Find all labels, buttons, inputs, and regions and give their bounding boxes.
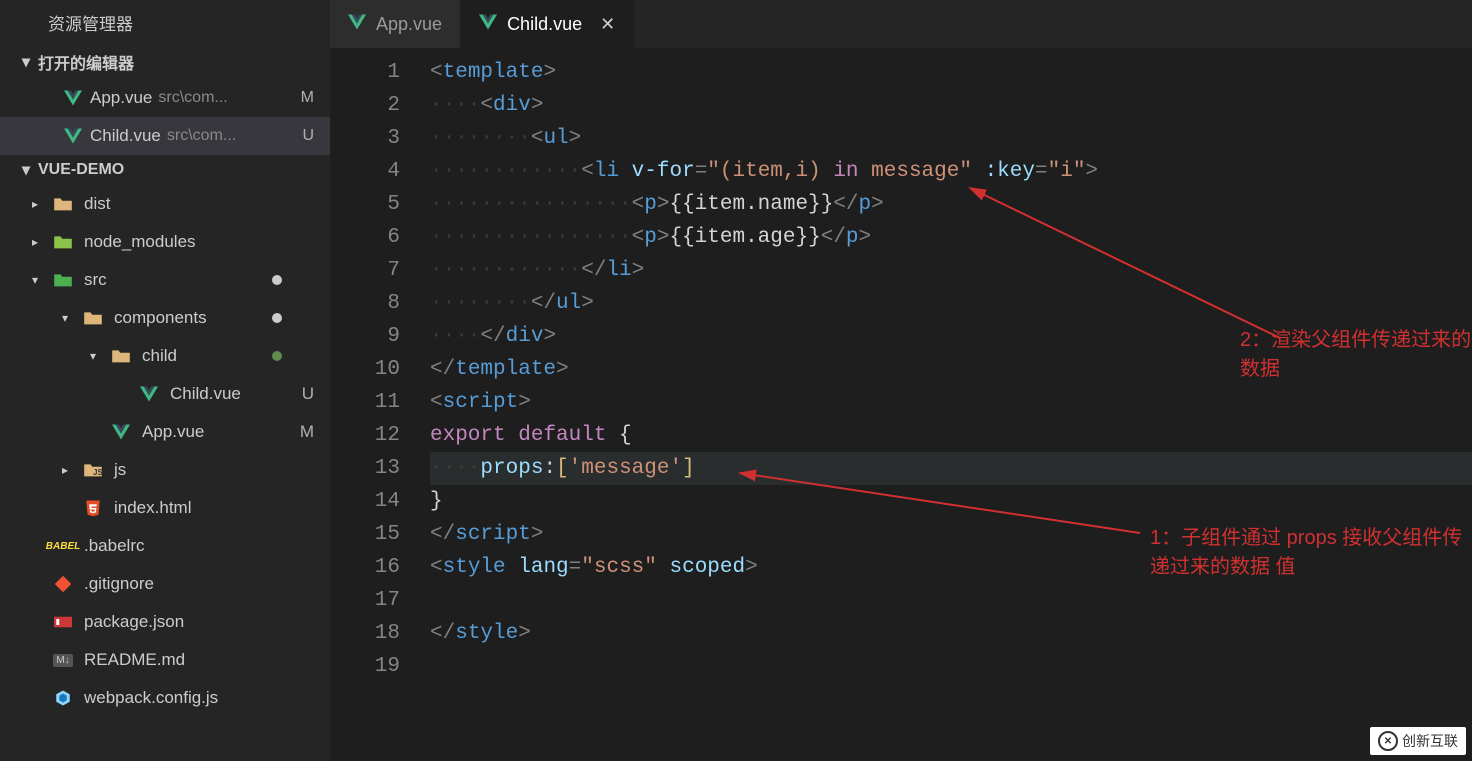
watermark: ✕ 创新互联 [1370, 727, 1466, 755]
code-content[interactable]: <template>····<div>········<ul>·········… [430, 48, 1472, 761]
tree-item[interactable]: ▾ src [0, 261, 330, 299]
tree-item-label: dist [84, 194, 110, 214]
file-tree: ▸ dist ▸ node_modules ▾ src ▾ components ▾ child C… [0, 185, 330, 717]
file-icon [110, 345, 132, 367]
tree-item-badge: M [300, 422, 314, 442]
tree-item-label: index.html [114, 498, 191, 518]
chevron-right-icon: ▸ [62, 463, 78, 477]
tree-item[interactable]: ‎.gitignore [0, 565, 330, 603]
vue-icon [348, 14, 366, 35]
tree-item-label: package.json [84, 612, 184, 632]
tree-item[interactable]: M↓ README.md [0, 641, 330, 679]
chevron-down-icon: ▾ [22, 160, 32, 180]
chevron-down-icon: ▾ [62, 311, 78, 325]
file-icon [82, 307, 104, 329]
modified-dot-icon [272, 351, 282, 361]
project-header[interactable]: ▾ VUE-DEMO [0, 155, 330, 185]
chevron-down-icon: ▾ [22, 52, 32, 72]
svg-text:JS: JS [93, 468, 103, 477]
open-editors-label: 打开的编辑器 [38, 50, 134, 74]
vue-icon [64, 127, 82, 145]
line-gutter: 12345678910111213141516171819 [330, 48, 430, 761]
tree-item-label: components [114, 308, 207, 328]
open-editor-item[interactable]: App.vue src\com... M [0, 79, 330, 117]
tree-item[interactable]: webpack.config.js [0, 679, 330, 717]
tree-item[interactable]: ▾ child [0, 337, 330, 375]
project-label: VUE-DEMO [38, 161, 124, 179]
explorer-sidebar: 资源管理器 ▾ 打开的编辑器 App.vue src\com... M Chil… [0, 0, 330, 761]
tree-item[interactable]: index.html [0, 489, 330, 527]
tree-item-label: webpack.config.js [84, 688, 218, 708]
tree-item[interactable]: package.json [0, 603, 330, 641]
file-icon: BABEL [52, 535, 74, 557]
file-icon [52, 573, 74, 595]
editor-area: App.vue Child.vue ✕ 12345678910111213141… [330, 0, 1472, 761]
tab-label: Child.vue [507, 14, 582, 35]
file-icon [52, 687, 74, 709]
annotation-text: 2：渲染父组件传递过来的数据 [1240, 323, 1472, 381]
tree-item[interactable]: ▸ JS js [0, 451, 330, 489]
tree-item[interactable]: ▸ node_modules [0, 223, 330, 261]
chevron-down-icon: ▾ [32, 273, 48, 287]
vue-icon [64, 89, 82, 107]
annotation-text: 1：子组件通过 props 接收父组件传递过来的数据 值 [1150, 521, 1472, 579]
chevron-down-icon: ▾ [90, 349, 106, 363]
tree-item-label: js [114, 460, 126, 480]
tree-item-label: node_modules [84, 232, 196, 252]
close-icon[interactable]: ✕ [600, 14, 615, 35]
file-icon [52, 231, 74, 253]
file-icon [52, 611, 74, 633]
tree-item-label: App.vue [142, 422, 204, 442]
explorer-title: 资源管理器 [0, 0, 330, 45]
tree-item[interactable]: ▾ components [0, 299, 330, 337]
editor-tab[interactable]: App.vue [330, 0, 461, 48]
open-editor-name: Child.vue [90, 126, 161, 146]
tree-item-label: ‎.gitignore [84, 574, 154, 594]
open-editor-item[interactable]: Child.vue src\com... U [0, 117, 330, 155]
file-icon [52, 193, 74, 215]
open-editor-path: src\com... [167, 127, 236, 145]
tree-item-badge: U [302, 384, 314, 404]
open-editors-list: App.vue src\com... M Child.vue src\com..… [0, 79, 330, 155]
chevron-right-icon: ▸ [32, 235, 48, 249]
tab-label: App.vue [376, 14, 442, 35]
file-icon: M↓ [52, 649, 74, 671]
tree-item[interactable]: Child.vue U [0, 375, 330, 413]
modified-dot-icon [272, 313, 282, 323]
modified-dot-icon [272, 275, 282, 285]
tree-item-label: child [142, 346, 177, 366]
watermark-icon: ✕ [1378, 731, 1398, 751]
editor-tabs: App.vue Child.vue ✕ [330, 0, 1472, 48]
file-icon [82, 497, 104, 519]
code-area[interactable]: 12345678910111213141516171819 <template>… [330, 48, 1472, 761]
editor-tab[interactable]: Child.vue ✕ [461, 0, 634, 48]
tree-item[interactable]: App.vue M [0, 413, 330, 451]
tree-item[interactable]: ▸ dist [0, 185, 330, 223]
tree-item-label: src [84, 270, 107, 290]
file-icon [138, 383, 160, 405]
tree-item[interactable]: BABEL ‎.babelrc [0, 527, 330, 565]
open-editor-name: App.vue [90, 88, 152, 108]
file-icon [110, 421, 132, 443]
file-icon [52, 269, 74, 291]
file-icon: JS [82, 459, 104, 481]
watermark-text: 创新互联 [1402, 731, 1458, 751]
tree-item-label: ‎.babelrc [84, 536, 144, 556]
tree-item-label: Child.vue [170, 384, 241, 404]
chevron-right-icon: ▸ [32, 197, 48, 211]
open-editor-path: src\com... [158, 89, 227, 107]
tree-item-label: README.md [84, 650, 185, 670]
vue-icon [479, 14, 497, 35]
open-editor-badge: U [302, 127, 314, 145]
open-editor-badge: M [301, 89, 314, 107]
app-root: 资源管理器 ▾ 打开的编辑器 App.vue src\com... M Chil… [0, 0, 1472, 761]
open-editors-header[interactable]: ▾ 打开的编辑器 [0, 45, 330, 79]
